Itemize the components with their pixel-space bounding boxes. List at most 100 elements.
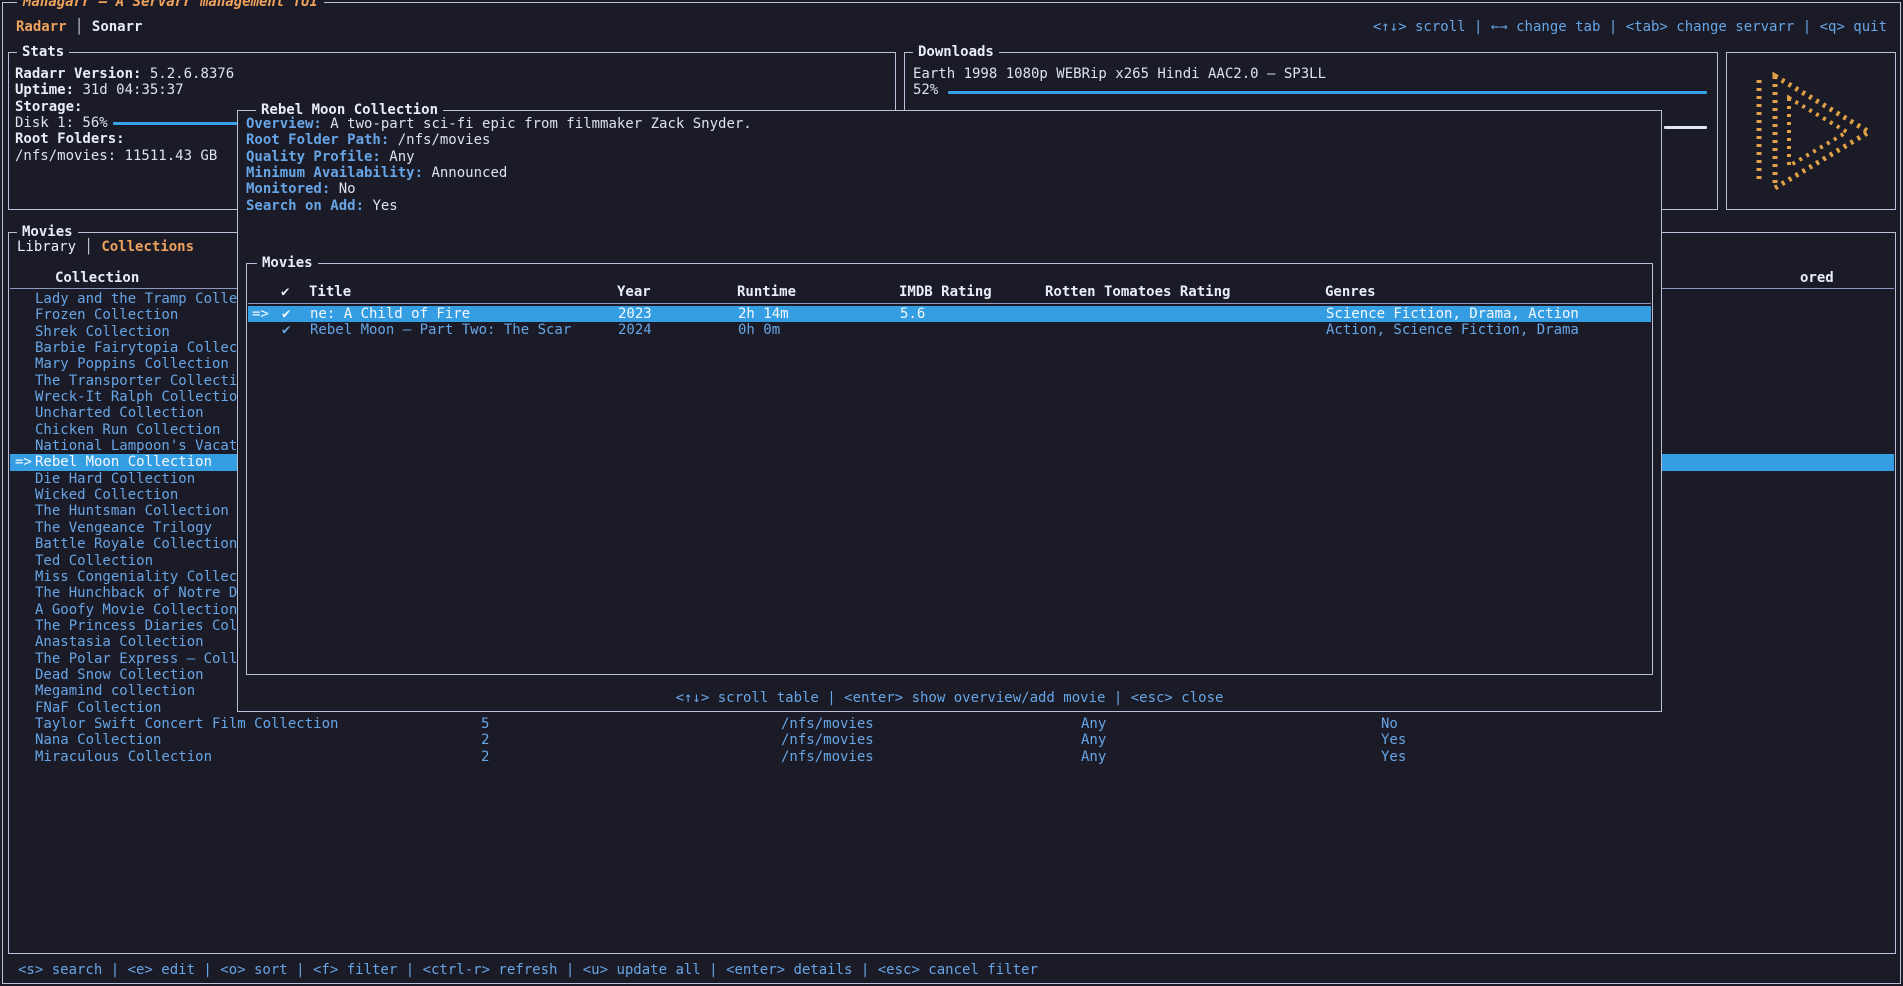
collection-name: Miraculous Collection <box>35 749 212 765</box>
collection-movie-count: 5 <box>481 716 489 732</box>
column-header-check: ✔ <box>281 284 289 300</box>
download-gauge-2-fragment <box>1664 126 1707 129</box>
managarr-logo-icon <box>1751 70 1875 194</box>
field-overview-label: Overview: <box>246 116 322 132</box>
stats-uptime-label: Uptime: <box>15 82 74 98</box>
collection-name: Miss Congeniality Collection <box>35 569 271 585</box>
field-monitored-value: No <box>339 181 356 197</box>
tab-library[interactable]: Library <box>17 239 76 255</box>
movie-runtime: 2h 14m <box>738 306 789 322</box>
collection-name: Frozen Collection <box>35 307 178 323</box>
stats-version-value: 5.2.6.8376 <box>150 66 234 82</box>
stats-version-line: Radarr Version: 5.2.6.8376 <box>15 66 889 82</box>
collection-name: Wicked Collection <box>35 487 178 503</box>
modal-movies-box: Movies ✔ Title Year Runtime IMDB Rating … <box>246 263 1653 675</box>
collection-name: Die Hard Collection <box>35 471 195 487</box>
collection-movie-count: 2 <box>481 749 489 765</box>
field-root-folder-value: /nfs/movies <box>398 132 491 148</box>
collection-name: Mary Poppins Collection <box>35 356 229 372</box>
modal-help-text: <↑↓> scroll table | <enter> show overvie… <box>238 690 1661 706</box>
logo-panel <box>1726 52 1896 210</box>
top-help-text: <↑↓> scroll | ←→ change tab | <tab> chan… <box>1373 19 1887 35</box>
collection-name: The Transporter Collection <box>35 373 254 389</box>
download-progress-gauge <box>948 91 1707 94</box>
column-header-collection: Collection <box>55 270 139 286</box>
movie-genres: Science Fiction, Drama, Action <box>1326 306 1579 322</box>
collection-name: Uncharted Collection <box>35 405 204 421</box>
collection-monitored: Yes <box>1381 749 1406 765</box>
column-header-monitored: ored <box>1800 270 1834 286</box>
collection-name: The Vengeance Trilogy <box>35 520 212 536</box>
column-header-genres: Genres <box>1325 284 1376 300</box>
tab-separator: │ <box>75 19 83 35</box>
column-header-title: Title <box>309 284 351 300</box>
field-root-folder-label: Root Folder Path: <box>246 132 389 148</box>
tab-collections[interactable]: Collections <box>101 239 194 255</box>
collection-monitored: Yes <box>1381 732 1406 748</box>
stats-panel-title: Stats <box>17 44 69 60</box>
download-item-progress: 52% <box>913 82 938 98</box>
collection-root-folder: /nfs/movies <box>781 716 874 732</box>
collection-root-folder: /nfs/movies <box>781 749 874 765</box>
stats-uptime-line: Uptime: 31d 04:35:37 <box>15 82 889 98</box>
field-overview: Overview: A two-part sci-fi epic from fi… <box>246 116 752 132</box>
column-header-imdb-rating: IMDB Rating <box>899 284 992 300</box>
tab-sonarr[interactable]: Sonarr <box>92 19 143 35</box>
collection-name: Wreck-It Ralph Collection <box>35 389 246 405</box>
app-title: Managarr – A Servarr management TUI <box>17 0 324 10</box>
monitored-check-icon: ✔ <box>282 322 290 338</box>
collection-name: Chicken Run Collection <box>35 422 220 438</box>
field-search-on-add-value: Yes <box>372 198 397 214</box>
movie-row[interactable]: => ✔ ne: A Child of Fire 2023 2h 14m 5.6… <box>248 306 1651 322</box>
field-overview-value: A two-part sci-fi epic from filmmaker Za… <box>330 116 751 132</box>
collection-monitored: No <box>1381 716 1398 732</box>
collection-name: Megamind collection <box>35 683 195 699</box>
collection-quality-profile: Any <box>1081 732 1106 748</box>
column-header-runtime: Runtime <box>737 284 796 300</box>
collection-row[interactable]: Miraculous Collection 2 /nfs/movies Any … <box>10 749 1894 765</box>
field-search-on-add-label: Search on Add: <box>246 198 364 214</box>
field-quality-profile-label: Quality Profile: <box>246 149 381 165</box>
field-monitored-label: Monitored: <box>246 181 330 197</box>
selection-arrow-icon: => <box>15 454 32 470</box>
movie-genres: Action, Science Fiction, Drama <box>1326 322 1579 338</box>
movies-tab-separator: │ <box>84 239 92 255</box>
downloads-panel-title: Downloads <box>913 44 999 60</box>
modal-movies-box-title: Movies <box>257 255 318 271</box>
servarr-tab-bar: Radarr │ Sonarr <box>16 19 142 35</box>
collection-name: Dead Snow Collection <box>35 667 204 683</box>
managarr-app: Managarr – A Servarr management TUI Rada… <box>0 0 1903 986</box>
collection-name: Nana Collection <box>35 732 161 748</box>
movies-tab-bar: Library │ Collections <box>17 239 194 255</box>
movie-row[interactable]: ✔ Rebel Moon – Part Two: The Scar 2024 0… <box>248 322 1651 338</box>
collection-name: Taylor Swift Concert Film Collection <box>35 716 338 732</box>
movie-title: ne: A Child of Fire <box>310 306 470 322</box>
movie-runtime: 0h 0m <box>738 322 780 338</box>
bottom-help-text: <s> search | <e> edit | <o> sort | <f> f… <box>18 962 1038 978</box>
collection-row[interactable]: Nana Collection 2 /nfs/movies Any Yes <box>10 732 1894 748</box>
field-minimum-availability-value: Announced <box>431 165 507 181</box>
collection-name: Shrek Collection <box>35 324 170 340</box>
collection-name: Rebel Moon Collection <box>35 454 212 470</box>
stats-version-label: Radarr Version: <box>15 66 141 82</box>
collection-row[interactable]: Taylor Swift Concert Film Collection 5 /… <box>10 716 1894 732</box>
modal-movies-header-underline <box>248 303 1651 304</box>
collection-name: A Goofy Movie Collection <box>35 602 237 618</box>
collection-name: FNaF Collection <box>35 700 161 716</box>
field-minimum-availability: Minimum Availability: Announced <box>246 165 752 181</box>
collection-root-folder: /nfs/movies <box>781 732 874 748</box>
collection-name: Battle Royale Collection <box>35 536 237 552</box>
collection-details-modal: Rebel Moon Collection Overview: A two-pa… <box>237 110 1662 712</box>
collection-quality-profile: Any <box>1081 749 1106 765</box>
selection-arrow-icon: => <box>252 306 269 322</box>
tab-radarr[interactable]: Radarr <box>16 19 67 35</box>
download-item-title: Earth 1998 1080p WEBRip x265 Hindi AAC2.… <box>913 66 1326 82</box>
column-header-year: Year <box>617 284 651 300</box>
column-header-rotten-tomatoes: Rotten Tomatoes Rating <box>1045 284 1230 300</box>
collection-name: Barbie Fairytopia Collection <box>35 340 271 356</box>
movie-year: 2023 <box>618 306 652 322</box>
field-quality-profile-value: Any <box>389 149 414 165</box>
collection-name: Anastasia Collection <box>35 634 204 650</box>
field-quality-profile: Quality Profile: Any <box>246 149 752 165</box>
movie-title: Rebel Moon – Part Two: The Scar <box>310 322 571 338</box>
